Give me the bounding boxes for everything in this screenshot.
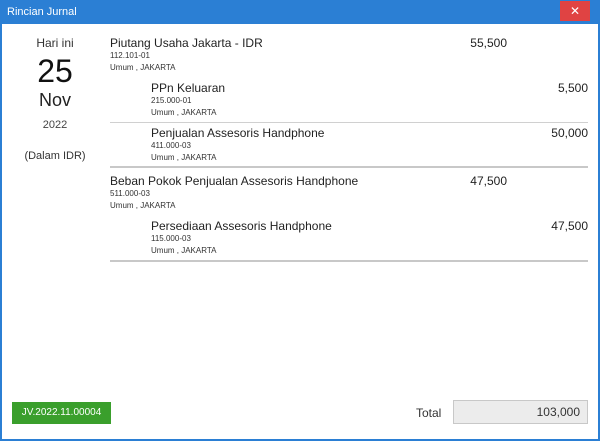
account-code: 112.101-01 [110, 51, 150, 60]
total-field: 103,000 [453, 400, 588, 424]
account-department: Umum , JAKARTA [110, 63, 176, 72]
account-department: Umum , JAKARTA [151, 108, 217, 117]
credit-amount: 50,000 [551, 126, 588, 140]
window-titlebar: Rincian Jurnal ✕ [0, 0, 600, 24]
total-label: Total [416, 406, 442, 420]
journal-entry-credit: Persediaan Assesoris Handphone 115.000-0… [110, 219, 588, 262]
account-name: Persediaan Assesoris Handphone [151, 219, 332, 233]
date-day: 25 [37, 53, 73, 89]
account-name: Piutang Usaha Jakarta - IDR [110, 36, 263, 50]
account-department: Umum , JAKARTA [151, 246, 217, 255]
close-button[interactable]: ✕ [560, 1, 590, 21]
account-code: 411.000-03 [151, 141, 191, 150]
account-department: Umum , JAKARTA [110, 201, 176, 210]
journal-entry-debit: Beban Pokok Penjualan Assesoris Handphon… [110, 174, 588, 212]
journal-entry-credit: PPn Keluaran 215.000-01 Umum , JAKARTA 5… [110, 81, 588, 123]
window-title: Rincian Jurnal [7, 6, 77, 18]
credit-amount: 5,500 [557, 81, 588, 95]
account-name: Penjualan Assesoris Handphone [151, 126, 325, 140]
date-panel: Hari ini 25 Nov 2022 [0, 36, 110, 131]
debit-amount: 55,500 [470, 36, 507, 50]
date-month: Nov [38, 90, 71, 110]
account-name: PPn Keluaran [151, 81, 226, 95]
journal-number-button[interactable]: JV.2022.11.00004 [12, 402, 111, 424]
account-department: Umum , JAKARTA [151, 153, 217, 162]
journal-entry-debit: Piutang Usaha Jakarta - IDR 112.101-01 U… [110, 36, 588, 74]
close-icon: ✕ [569, 4, 581, 18]
account-code: 215.000-01 [151, 96, 192, 105]
credit-amount: 47,500 [551, 219, 588, 233]
date-label: Hari ini [36, 36, 74, 50]
account-code: 115.000-03 [151, 234, 191, 243]
date-year: 2022 [42, 119, 68, 131]
journal-entry-credit: Penjualan Assesoris Handphone 411.000-03… [110, 126, 588, 168]
debit-amount: 47,500 [470, 174, 507, 188]
account-code: 511.000-03 [110, 189, 150, 198]
account-name: Beban Pokok Penjualan Assesoris Handphon… [110, 174, 359, 188]
currency-note: (Dalam IDR) [24, 150, 86, 162]
